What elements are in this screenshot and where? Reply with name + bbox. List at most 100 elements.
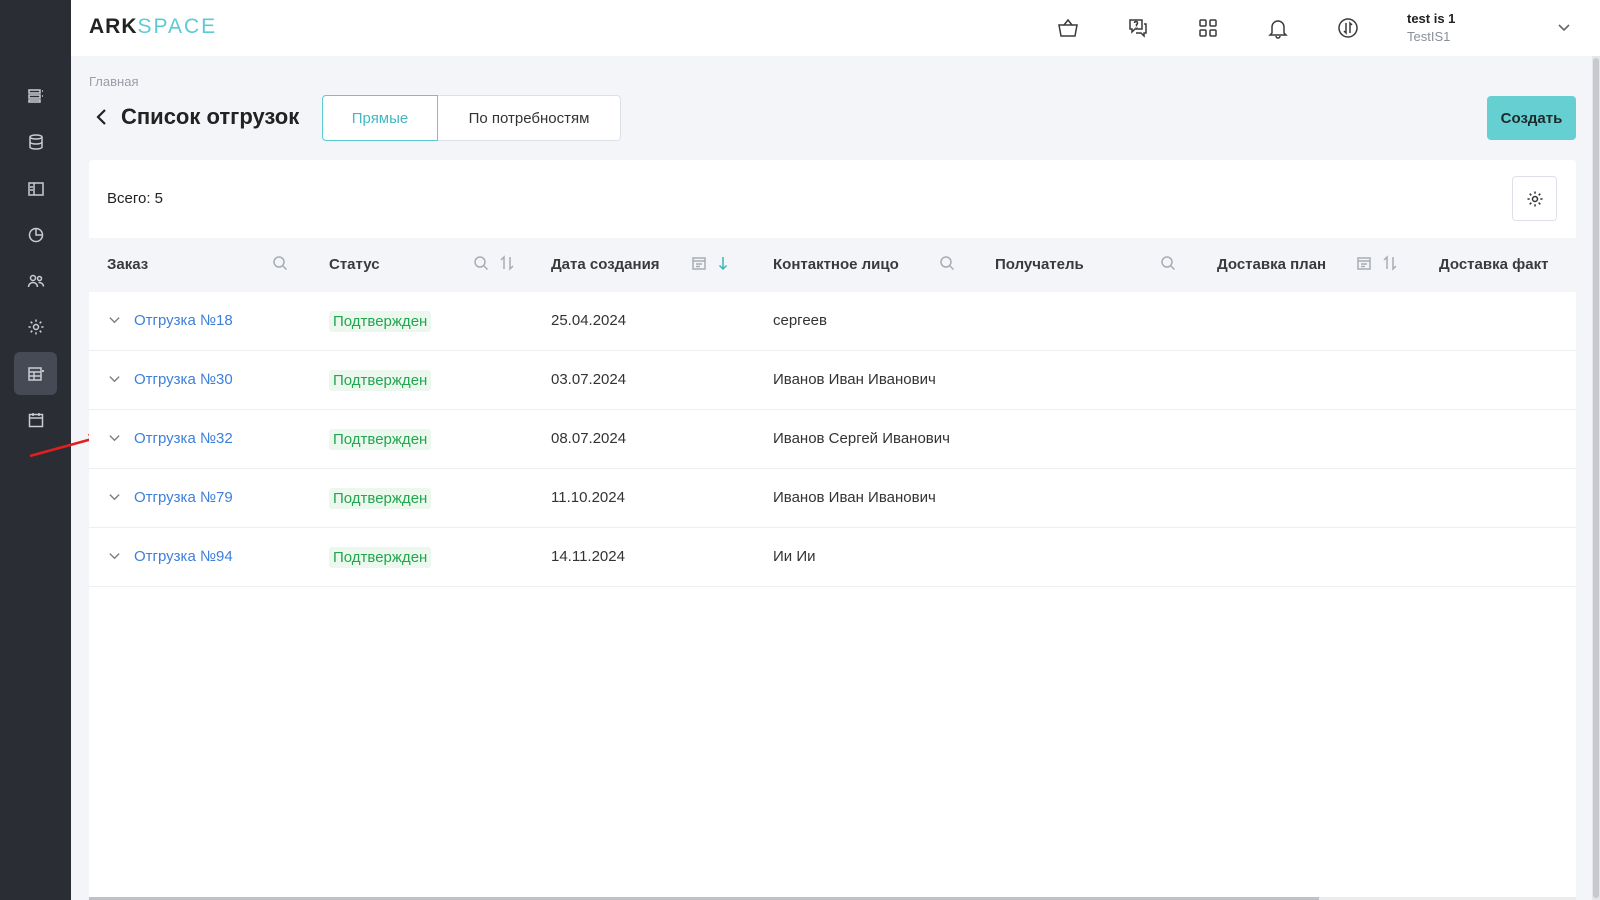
- table-header: Заказ Статус Дата создания Контактное ли…: [89, 238, 1576, 292]
- chevron-down-icon: [109, 317, 120, 324]
- gear-icon: [28, 319, 43, 334]
- column-status: Статус: [329, 256, 380, 273]
- bell-icon: [1268, 20, 1288, 39]
- user-name: test is 1: [1407, 11, 1456, 26]
- contact-cell: Иванов Иван Иванович: [773, 371, 936, 388]
- expand-row-button[interactable]: [108, 372, 122, 386]
- chevron-down-icon: [109, 435, 120, 442]
- search-icon: [474, 256, 489, 271]
- total-count: Всего: 5: [107, 190, 164, 207]
- table-row[interactable]: Отгрузка №30 Подтвержден 03.07.2024 Иван…: [89, 351, 1576, 410]
- contact-search-button[interactable]: [939, 255, 957, 273]
- chevron-down-icon: [109, 553, 120, 560]
- apps-grid-icon: [1199, 19, 1217, 37]
- calendar-icon: [28, 412, 43, 427]
- created-date-filter-button[interactable]: [691, 255, 709, 273]
- expand-row-button[interactable]: [108, 313, 122, 327]
- sync-icon: [1338, 18, 1358, 38]
- tab-by-needs[interactable]: По потребностям: [438, 95, 621, 141]
- sort-icon: [1383, 255, 1397, 271]
- user-menu-toggle[interactable]: [1557, 20, 1573, 36]
- page-title: Список отгрузок: [121, 104, 300, 129]
- calendar-icon: [1357, 257, 1371, 270]
- delivery-plan-sort-button[interactable]: [1382, 255, 1400, 273]
- sidebar-item-shipments[interactable]: [14, 352, 57, 395]
- basket-button[interactable]: [1054, 14, 1082, 42]
- sidebar-item-settings[interactable]: [14, 305, 57, 348]
- sidebar-item-layout[interactable]: [14, 167, 57, 210]
- contact-cell: Иванов Иван Иванович: [773, 489, 936, 506]
- apps-button[interactable]: [1194, 14, 1222, 42]
- column-delivery-fact: Доставка факт: [1439, 256, 1549, 273]
- created-date-sort-button[interactable]: [715, 255, 733, 273]
- user-menu[interactable]: test is 1 TestIS1: [1407, 11, 1455, 44]
- top-bar: ARKSPACE test is 1 TestIS1: [71, 0, 1600, 56]
- column-delivery-plan: Доставка план: [1217, 256, 1327, 273]
- order-link[interactable]: Отгрузка №32: [134, 430, 233, 447]
- order-link[interactable]: Отгрузка №30: [134, 371, 233, 388]
- arrow-down-icon: [718, 257, 728, 271]
- table-row[interactable]: Отгрузка №94 Подтвержден 14.11.2024 Ии И…: [89, 528, 1576, 587]
- table-row[interactable]: Отгрузка №79 Подтвержден 11.10.2024 Иван…: [89, 469, 1576, 528]
- status-badge: Подтвержден: [329, 547, 432, 568]
- notifications-button[interactable]: [1264, 14, 1292, 42]
- expand-row-button[interactable]: [108, 431, 122, 445]
- user-login: TestIS1: [1407, 29, 1451, 44]
- contact-cell: Иванов Сергей Иванович: [773, 430, 950, 447]
- chevron-down-icon: [109, 376, 120, 383]
- sync-button[interactable]: [1334, 14, 1362, 42]
- vertical-scrollbar[interactable]: [1592, 56, 1600, 900]
- logo-part-ark: ARK: [89, 15, 138, 38]
- delivery-plan-filter-button[interactable]: [1356, 255, 1374, 273]
- shipments-card: Всего: 5 Заказ Статус Дата создания Конт…: [89, 160, 1576, 900]
- table-settings-button[interactable]: [1512, 176, 1557, 221]
- search-icon: [273, 256, 288, 271]
- sidebar-item-list[interactable]: [14, 74, 57, 117]
- search-icon: [940, 256, 955, 271]
- chat-help-icon: [1129, 19, 1147, 38]
- created-date-cell: 11.10.2024: [551, 489, 625, 506]
- calendar-icon: [692, 257, 706, 270]
- app-logo[interactable]: ARKSPACE: [89, 15, 217, 39]
- contact-cell: Ии Ии: [773, 548, 816, 565]
- table-row[interactable]: Отгрузка №32 Подтвержден 08.07.2024 Иван…: [89, 410, 1576, 469]
- support-chat-button[interactable]: [1124, 14, 1152, 42]
- expand-row-button[interactable]: [108, 490, 122, 504]
- order-search-button[interactable]: [272, 255, 290, 273]
- column-order: Заказ: [107, 256, 149, 273]
- column-created-date: Дата создания: [551, 256, 660, 273]
- recipient-search-button[interactable]: [1160, 255, 1178, 273]
- tabs: Прямые По потребностям: [322, 95, 621, 141]
- expand-row-button[interactable]: [108, 549, 122, 563]
- column-recipient: Получатель: [995, 256, 1084, 273]
- back-button[interactable]: [94, 107, 110, 129]
- sidebar-item-database[interactable]: [14, 120, 57, 163]
- order-link[interactable]: Отгрузка №94: [134, 548, 233, 565]
- status-badge: Подтвержден: [329, 429, 432, 450]
- scrollbar-thumb[interactable]: [1593, 58, 1599, 898]
- create-button[interactable]: Создать: [1487, 96, 1576, 140]
- status-sort-button[interactable]: [499, 255, 517, 273]
- created-date-cell: 14.11.2024: [551, 548, 625, 565]
- status-badge: Подтвержден: [329, 370, 432, 391]
- contact-cell: сергеев: [773, 312, 827, 329]
- status-badge: Подтвержден: [329, 311, 432, 332]
- created-date-cell: 08.07.2024: [551, 430, 627, 447]
- created-date-cell: 25.04.2024: [551, 312, 627, 329]
- sidebar-item-users[interactable]: [14, 259, 57, 302]
- table-row[interactable]: Отгрузка №18 Подтвержден 25.04.2024 серг…: [89, 292, 1576, 351]
- database-icon: [28, 133, 43, 150]
- column-contact: Контактное лицо: [773, 256, 899, 273]
- basket-icon: [1058, 18, 1078, 37]
- sidebar-item-reports[interactable]: [14, 213, 57, 256]
- status-search-button[interactable]: [473, 255, 491, 273]
- breadcrumb[interactable]: Главная: [89, 74, 138, 89]
- gear-icon: [1527, 191, 1542, 206]
- users-icon: [27, 274, 44, 287]
- tab-direct[interactable]: Прямые: [322, 95, 438, 141]
- order-link[interactable]: Отгрузка №18: [134, 312, 233, 329]
- logo-part-space: SPACE: [137, 15, 218, 38]
- chevron-left-icon: [96, 109, 106, 125]
- order-link[interactable]: Отгрузка №79: [134, 489, 233, 506]
- list-icon: [27, 88, 43, 103]
